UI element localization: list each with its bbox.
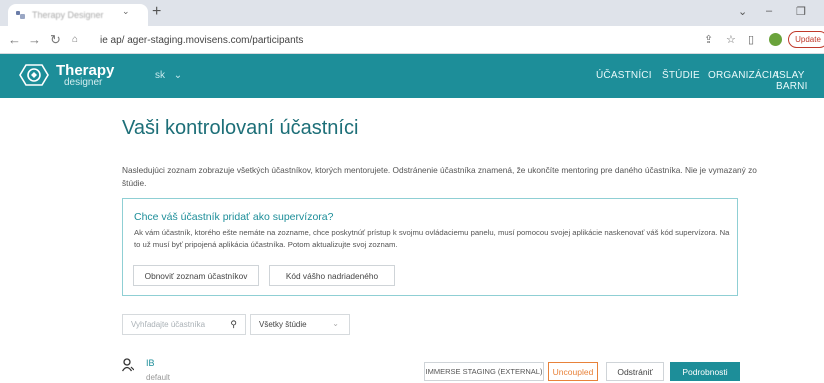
participant-group: default [146, 373, 171, 382]
tab-dropdown-icon[interactable]: ⌄ [122, 6, 130, 17]
panel-heading: Chce váš účastník pridať ako supervízora… [134, 211, 334, 223]
reload-icon[interactable]: ↻ [50, 32, 61, 48]
study-filter-value: Všetky štúdie [259, 320, 307, 329]
home-icon[interactable]: ⌂ [72, 34, 78, 45]
sidepanel-icon[interactable]: ▯ [748, 33, 754, 46]
user-label: sk [155, 70, 165, 81]
url-field[interactable]: ie ap/ ager-staging.movisens.com/partici… [100, 30, 680, 50]
favicon-icon [16, 11, 26, 19]
url-text: ie ap/ ager-staging.movisens.com/partici… [100, 34, 304, 46]
person-icon [122, 358, 134, 372]
profile-avatar[interactable] [769, 33, 782, 46]
nav-studies[interactable]: ŠTÚDIE [662, 70, 700, 81]
browser-address-bar: ← → ↻ ⌂ ie ap/ ager-staging.movisens.com… [0, 26, 824, 54]
user-selector[interactable]: sk ⌄ [155, 70, 182, 81]
page-title: Vaši kontrolovaní účastníci [122, 117, 359, 139]
nav-participants[interactable]: ÚČASTNÍCI [596, 70, 652, 81]
tab-search-icon[interactable]: ⌄ [738, 5, 747, 18]
back-icon[interactable]: ← [8, 32, 21, 47]
nav-user-menu[interactable]: ISLAY BARNI [776, 70, 824, 92]
nav-organization[interactable]: ORGANIZÁCIA [708, 70, 779, 81]
logo-wordmark: Therapy designer [56, 63, 114, 88]
supervisor-code-button[interactable]: Kód vášho nadriadeného [269, 265, 395, 286]
panel-text: Ak vám účastník, ktorého ešte nemáte na … [134, 228, 730, 249]
share-icon[interactable]: ⇪ [704, 33, 713, 46]
supervisor-info-panel: Chce váš účastník pridať ako supervízora… [122, 198, 738, 296]
logo-sub: designer [64, 76, 103, 88]
app-header: Therapy designer sk ⌄ ÚČASTNÍCI ŠTÚDIE O… [0, 54, 824, 98]
app-logo[interactable]: Therapy designer [16, 61, 114, 89]
participant-details-button[interactable]: Podrobnosti [670, 362, 740, 381]
study-tag-badge: IMMERSE STAGING (EXTERNAL) [424, 362, 544, 381]
participant-name[interactable]: IB [146, 358, 155, 368]
restore-icon[interactable]: ❐ [796, 5, 806, 18]
refresh-list-button[interactable]: Obnoviť zoznam účastníkov [133, 265, 259, 286]
therapy-logo-icon [19, 64, 49, 86]
study-filter-select[interactable]: Všetky štúdie ⌄ [250, 314, 350, 335]
new-tab-icon[interactable]: + [152, 3, 161, 21]
status-badge: Uncoupled [548, 362, 598, 381]
chevron-down-icon: ⌄ [173, 70, 183, 81]
tab-title: Therapy Designer [32, 10, 104, 20]
forward-icon[interactable]: → [28, 32, 41, 47]
search-icon[interactable]: ⚲ [230, 319, 237, 330]
remove-participant-button[interactable]: Odstrániť [606, 362, 664, 381]
chevron-down-icon: ⌄ [332, 319, 339, 328]
minimize-icon[interactable]: – [766, 5, 772, 17]
participant-search-input[interactable]: Vyhľadajte účastníka ⚲ [122, 314, 246, 335]
search-placeholder: Vyhľadajte účastníka [131, 320, 206, 329]
bookmark-star-icon[interactable]: ☆ [726, 33, 736, 46]
browser-tab-bar: Therapy Designer ⌄ + ⌄ – ❐ [0, 0, 824, 26]
intro-text: Nasledujúci zoznam zobrazuje všetkých úč… [122, 165, 757, 188]
logo-word: Therapy [56, 61, 115, 79]
update-button[interactable]: Update [788, 31, 824, 48]
